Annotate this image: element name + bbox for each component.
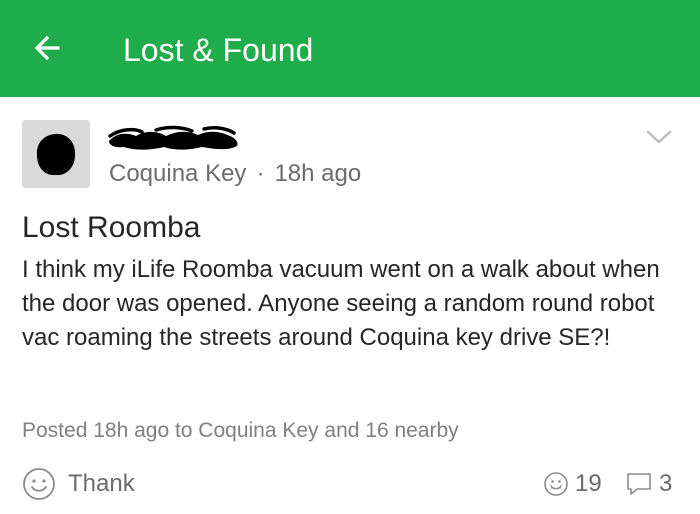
replies-count-value: 3: [659, 470, 673, 497]
meta-separator: ·: [256, 160, 265, 187]
comment-bubble-icon: [627, 473, 651, 495]
avatar[interactable]: [22, 120, 90, 188]
app-bar: Lost & Found: [0, 0, 700, 97]
redacted-name-scribble: [108, 125, 238, 150]
chevron-down-icon[interactable]: [644, 126, 674, 148]
page-title: Lost & Found: [123, 32, 314, 68]
post-title: Lost Roomba: [22, 211, 201, 244]
posted-info: Posted 18h ago to Coquina Key and 16 nea…: [22, 419, 459, 442]
smiley-icon: [544, 472, 568, 496]
replies-count[interactable]: 3: [625, 468, 672, 500]
thanks-count-value: 19: [575, 470, 602, 497]
thank-label: Thank: [68, 470, 135, 497]
avatar-redaction-icon: [36, 133, 76, 176]
smiley-icon: [23, 468, 55, 500]
thank-button[interactable]: Thank: [22, 464, 135, 504]
post-meta: Coquina Key · 18h ago: [109, 158, 361, 190]
post-time: 18h ago: [274, 160, 362, 187]
thanks-count[interactable]: 19: [543, 468, 602, 500]
post-body: I think my iLife Roomba vacuum went on a…: [22, 256, 660, 351]
neighborhood-link[interactable]: Coquina Key: [109, 160, 246, 187]
arrow-left-icon[interactable]: [26, 28, 70, 68]
